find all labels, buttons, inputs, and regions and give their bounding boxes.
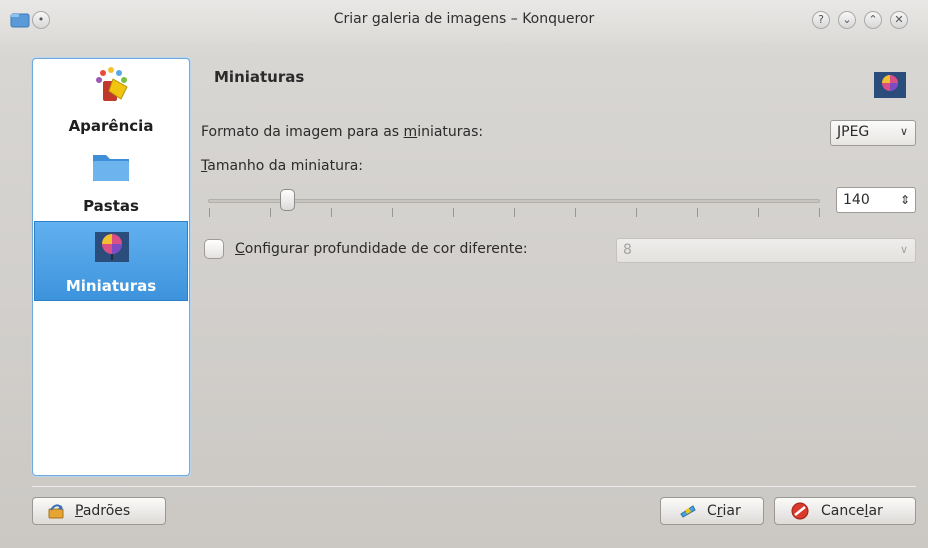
slider-tick [453, 208, 454, 217]
color-depth-select[interactable]: 8 ∨ [616, 238, 916, 263]
size-spinbox[interactable]: 140 ⇕ [836, 187, 916, 213]
color-depth-value: 8 [623, 242, 632, 258]
slider-tick [392, 208, 393, 217]
sidebar-item-miniaturas[interactable]: Miniaturas [34, 221, 188, 301]
slider-tick [636, 208, 637, 217]
dialog-window: • Criar galeria de imagens – Konqueror ?… [0, 0, 928, 548]
close-icon: ✕ [894, 13, 904, 26]
title-bar[interactable]: • Criar galeria de imagens – Konqueror ?… [0, 0, 928, 42]
size-label: Tamanho da miniatura: [201, 158, 363, 174]
size-slider-track[interactable] [208, 199, 820, 203]
button-separator [32, 486, 916, 487]
slider-tick [209, 208, 210, 217]
minimize-button[interactable]: ⌄ [838, 11, 856, 29]
chevron-up-icon: ⌃ [868, 13, 878, 26]
cancel-button[interactable]: Cancelar [774, 497, 916, 525]
sidebar-item-label: Aparência [68, 117, 154, 135]
create-label: Criar [707, 503, 741, 519]
format-label: Formato da imagem para as miniaturas: [201, 124, 484, 140]
sidebar-item-aparencia[interactable]: Aparência [34, 61, 188, 141]
format-value: JPEG [837, 124, 870, 140]
gallery-icon [680, 505, 696, 518]
color-depth-checkbox[interactable] [204, 239, 224, 259]
chevron-down-icon: ∨ [899, 243, 908, 256]
slider-tick [819, 208, 820, 217]
slider-tick [331, 208, 332, 217]
help-button[interactable]: ? [812, 11, 830, 29]
chevron-down-icon: ∨ [899, 125, 908, 138]
slider-tick [697, 208, 698, 217]
size-value: 140 [843, 192, 870, 208]
close-button[interactable]: ✕ [890, 11, 908, 29]
sidebar-item-pastas[interactable]: Pastas [34, 141, 188, 221]
slider-tick [575, 208, 576, 217]
slider-tick [758, 208, 759, 217]
slider-tick [270, 208, 271, 217]
sidebar-item-label: Miniaturas [65, 277, 157, 295]
thumbnail-balloon-icon [874, 72, 906, 98]
folder-icon [93, 155, 129, 181]
maximize-button[interactable]: ⌃ [864, 11, 882, 29]
page-title: Miniaturas [214, 68, 305, 86]
chevron-down-icon: ⌄ [842, 13, 852, 26]
sidebar-item-label: Pastas [83, 197, 139, 215]
color-depth-label[interactable]: Configurar profundidade de cor diferente… [235, 241, 528, 257]
create-button[interactable]: Criar [660, 497, 764, 525]
cancel-label: Cancelar [821, 503, 883, 519]
defaults-label: Padrões [75, 503, 131, 519]
format-select[interactable]: JPEG ∨ [830, 120, 916, 146]
cancel-icon [791, 502, 809, 520]
size-slider-handle[interactable] [280, 189, 295, 211]
question-icon: ? [818, 13, 824, 26]
defaults-button[interactable]: Padrões [32, 497, 166, 525]
paint-brush-icon [96, 67, 128, 101]
restore-icon [48, 504, 64, 519]
spin-arrows-icon[interactable]: ⇕ [900, 188, 910, 212]
page-list: Aparência Pastas Miniaturas [32, 58, 190, 476]
window-title: Criar galeria de imagens – Konqueror [333, 11, 595, 27]
thumbnail-balloon-icon [95, 232, 129, 262]
slider-tick [514, 208, 515, 217]
